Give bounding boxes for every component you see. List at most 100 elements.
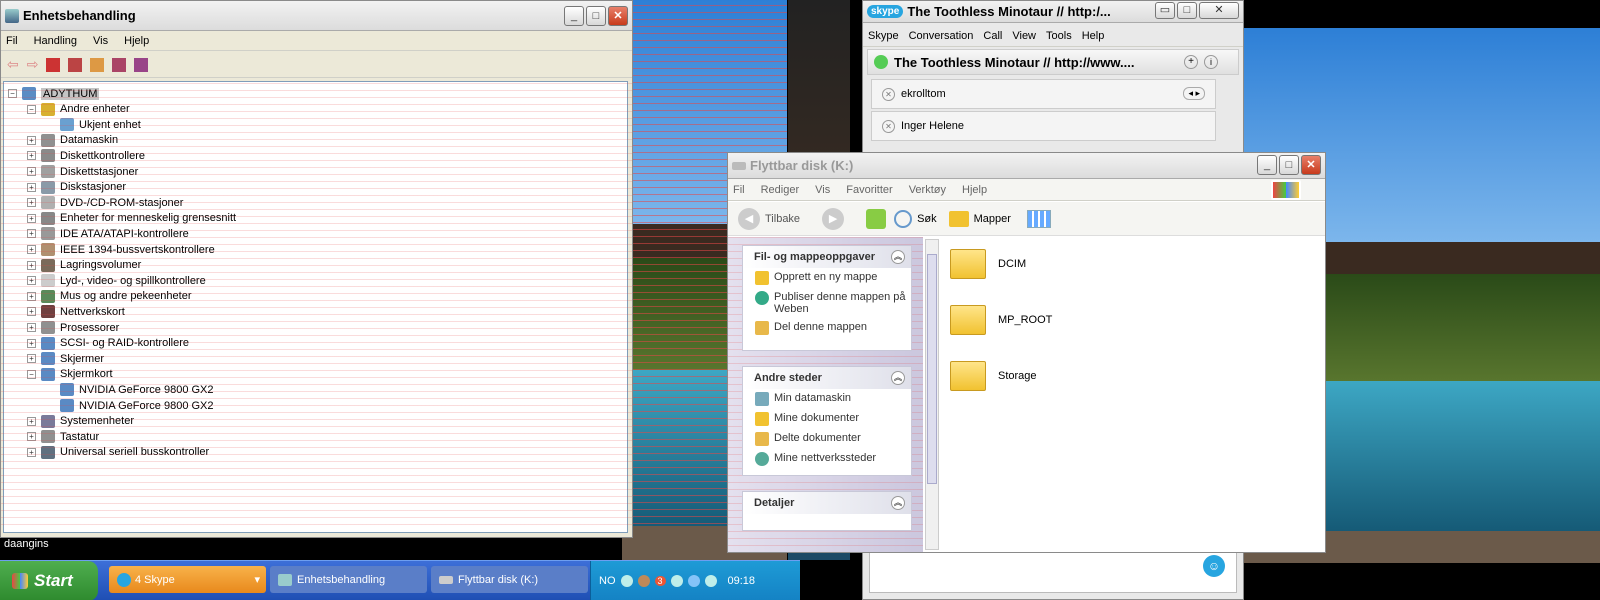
tray-expand-icon[interactable]	[620, 575, 633, 587]
minimize-button[interactable]: _	[564, 6, 584, 26]
folders-button-label[interactable]: Mapper	[974, 213, 1011, 225]
network-icon[interactable]	[687, 575, 700, 587]
skype-menu-call[interactable]: Call	[983, 30, 1002, 42]
start-button[interactable]: Start	[0, 561, 98, 600]
participant-nav-icon[interactable]: ◂ ▸	[1183, 87, 1205, 100]
skype-close-button[interactable]: ✕	[1199, 2, 1239, 19]
folders-icon[interactable]	[948, 210, 969, 227]
system-tray: NO 3 09:18	[590, 561, 800, 600]
computer-icon	[5, 8, 19, 23]
device-manager-window[interactable]: Enhetsbehandling _ □ ✕ Fil Handling Vis …	[0, 0, 633, 538]
place-link[interactable]: Delte dokumenter	[743, 429, 911, 449]
panel-title[interactable]: Fil- og mappeoppgaver	[754, 251, 875, 263]
explorer-menu-verktoy[interactable]: Verktøy	[909, 184, 946, 196]
scrollbar-thumb[interactable]	[927, 254, 937, 484]
place-link[interactable]: Min datamaskin	[743, 389, 911, 409]
add-participant-icon[interactable]: +	[1184, 55, 1198, 69]
task-panel-file-folder: Fil- og mappeoppgaver ︽ Opprett en ny map…	[742, 245, 912, 351]
collapse-icon[interactable]: ︽	[891, 250, 905, 264]
share-folder-icon	[755, 321, 769, 335]
forward-arrow-icon[interactable]: ⇨	[27, 56, 39, 73]
print-icon[interactable]	[68, 57, 83, 72]
taskbar-button-explorer[interactable]: Flyttbar disk (K:)	[431, 566, 588, 593]
search-icon[interactable]	[894, 209, 913, 228]
folder-item[interactable]: Storage	[950, 361, 1037, 391]
desktop-label: daangins	[4, 538, 49, 550]
folder-item[interactable]: DCIM	[950, 249, 1026, 279]
forward-icon[interactable]: ▶	[822, 207, 845, 230]
search-button-label[interactable]: Søk	[917, 213, 937, 225]
skype-logo-icon: skype	[867, 5, 904, 18]
desktop: daangins Enhetsbehandling _ □ ✕ Fil Hand…	[0, 0, 1600, 600]
info-icon[interactable]: i	[1204, 55, 1218, 69]
tray-app-icon[interactable]	[637, 575, 650, 587]
explorer-minimize-button[interactable]: _	[1257, 155, 1277, 175]
panel-title[interactable]: Andre steder	[754, 372, 822, 384]
explorer-menu-rediger[interactable]: Rediger	[761, 184, 800, 196]
collapse-icon[interactable]: ︽	[891, 371, 905, 385]
menu-handling[interactable]: Handling	[34, 35, 77, 47]
language-indicator[interactable]: NO	[599, 575, 616, 587]
device-manager-titlebar[interactable]: Enhetsbehandling _ □ ✕	[1, 1, 632, 31]
safely-remove-icon[interactable]	[670, 575, 683, 587]
new-folder-icon	[755, 271, 769, 285]
panel-title[interactable]: Detaljer	[754, 497, 794, 509]
skype-restore-button[interactable]: ▭	[1155, 2, 1175, 19]
place-link[interactable]: Mine dokumenter	[743, 409, 911, 429]
back-arrow-icon[interactable]: ⇦	[7, 56, 19, 73]
explorer-title: Flyttbar disk (K:)	[750, 158, 854, 173]
taskbar-button-device-manager[interactable]: Enhetsbehandling	[270, 566, 427, 593]
explorer-menu-vis[interactable]: Vis	[815, 184, 830, 196]
help-icon[interactable]	[90, 57, 105, 72]
my-documents-icon	[755, 412, 769, 426]
collapse-icon[interactable]: ︽	[891, 496, 905, 510]
emoticon-icon[interactable]: ☺	[1203, 555, 1225, 577]
participant-row[interactable]: ✕ ekrolltom ◂ ▸	[871, 79, 1216, 109]
group-chat-icon	[874, 55, 888, 69]
menu-fil[interactable]: Fil	[6, 35, 18, 47]
back-icon[interactable]: ◀	[738, 207, 760, 230]
explorer-titlebar[interactable]: Flyttbar disk (K:) _ □ ✕	[728, 153, 1325, 179]
taskbar-button-skype[interactable]: 4 Skype ▾	[109, 566, 266, 593]
removable-disk-icon	[439, 575, 453, 584]
menu-vis[interactable]: Vis	[93, 35, 108, 47]
skype-maximize-button[interactable]: □	[1177, 2, 1197, 19]
participant-row[interactable]: ✕ Inger Helene	[871, 111, 1216, 141]
up-folder-icon[interactable]	[866, 208, 887, 229]
explorer-maximize-button[interactable]: □	[1279, 155, 1299, 175]
properties-icon[interactable]	[46, 57, 61, 72]
skype-menu-view[interactable]: View	[1012, 30, 1036, 42]
skype-menu-tools[interactable]: Tools	[1046, 30, 1072, 42]
offline-status-icon: ✕	[882, 87, 895, 101]
back-button-label[interactable]: Tilbake	[765, 213, 800, 225]
skype-menu-help[interactable]: Help	[1082, 30, 1105, 42]
task-link[interactable]: Publiser denne mappen på Weben	[743, 288, 911, 318]
explorer-menu-fil[interactable]: Fil	[733, 184, 745, 196]
folder-item[interactable]: MP_ROOT	[950, 305, 1052, 335]
publish-web-icon	[755, 291, 769, 305]
message-input[interactable]	[869, 548, 1237, 593]
menu-hjelp[interactable]: Hjelp	[124, 35, 149, 47]
volume-icon[interactable]	[704, 575, 717, 587]
skype-menu-conversation[interactable]: Conversation	[909, 30, 974, 42]
explorer-close-button[interactable]: ✕	[1301, 155, 1321, 175]
skype-menu-skype[interactable]: Skype	[868, 30, 899, 42]
task-pane-scrollbar[interactable]	[925, 239, 939, 550]
folder-name: Storage	[998, 370, 1037, 382]
task-link[interactable]: Opprett en ny mappe	[743, 268, 911, 288]
place-link[interactable]: Mine nettverkssteder	[743, 449, 911, 469]
folder-view: DCIM MP_ROOT Storage	[940, 237, 1325, 552]
explorer-window[interactable]: Flyttbar disk (K:) _ □ ✕ Fil Rediger Vis…	[727, 152, 1326, 553]
close-button[interactable]: ✕	[608, 6, 628, 26]
clock: 09:18	[727, 575, 756, 587]
scan-hardware-icon[interactable]	[134, 57, 149, 72]
view-icon[interactable]	[112, 57, 127, 72]
task-link[interactable]: Del denne mappen	[743, 318, 911, 338]
skype-titlebar[interactable]: skype The Toothless Minotaur // http:/..…	[863, 1, 1243, 23]
views-icon[interactable]	[1026, 209, 1051, 228]
removable-disk-icon	[732, 161, 746, 170]
explorer-menu-favoritter[interactable]: Favoritter	[846, 184, 892, 196]
maximize-button[interactable]: □	[586, 6, 606, 26]
folder-icon	[950, 249, 986, 279]
explorer-menu-hjelp[interactable]: Hjelp	[962, 184, 987, 196]
